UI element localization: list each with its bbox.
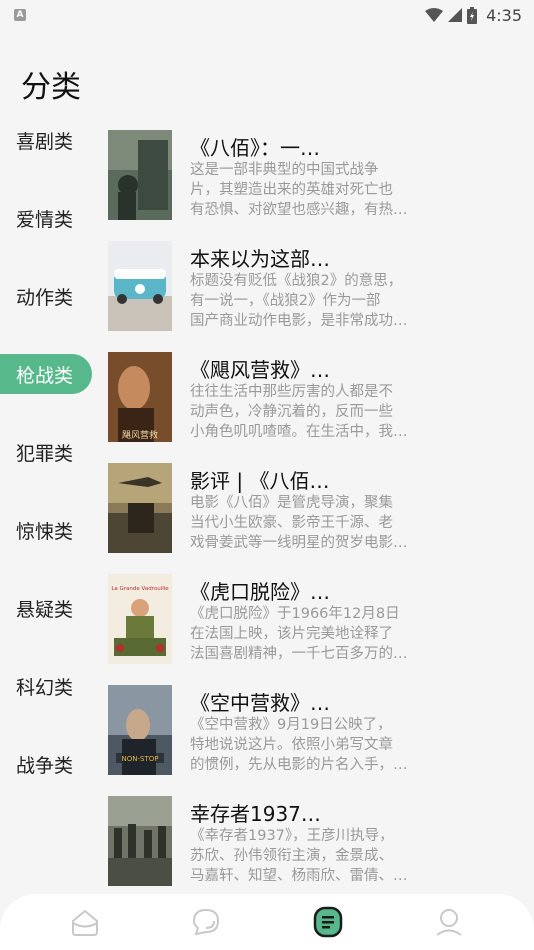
article-item[interactable]: 影评 | 《八佰… 电影《八佰》是管虎导演，聚集 当代小生欧豪、影帝王千源、老 … bbox=[108, 463, 534, 553]
article-summary: 《空中营救》9月19日公映了， 特地说说这片。依照小弟写文章 的惯例，先从电影的… bbox=[190, 715, 430, 775]
summary-line: 有一说一，《战狼2》作为一部 bbox=[190, 293, 381, 309]
poster-image: 飓风营救 bbox=[108, 352, 172, 442]
status-bar: A 4:35 bbox=[0, 0, 534, 30]
summary-line: 当代小生欧豪、影帝王千源、老 bbox=[190, 515, 393, 531]
category-suspense[interactable]: 悬疑类 bbox=[0, 588, 92, 628]
summary-line: 片，其塑造出来的英雄对死亡也 bbox=[190, 182, 393, 198]
status-time: 4:35 bbox=[486, 5, 522, 25]
summary-line: 法国喜剧精神，一千七百多万的… bbox=[190, 646, 408, 662]
poster-title: La Grande Vadrouille bbox=[111, 586, 169, 592]
article-item[interactable]: La Grande Vadrouille 《虎口脱险》… 《虎口脱险》于1966… bbox=[108, 574, 534, 664]
summary-line: 马嘉轩、知望、杨雨欣、雷倩、… bbox=[190, 868, 408, 884]
article-title: 幸存者1937… bbox=[190, 802, 321, 826]
article-summary: 电影《八佰》是管虎导演，聚集 当代小生欧豪、影帝王千源、老 戏骨姜武等一线明星的… bbox=[190, 493, 430, 553]
battery-icon bbox=[467, 6, 478, 24]
poster-image bbox=[108, 463, 172, 553]
summary-line: 《空中营救》9月19日公映了， bbox=[190, 717, 392, 733]
category-icon bbox=[313, 906, 342, 938]
chat-icon bbox=[193, 908, 220, 936]
summary-line: 这是一部非典型的中国式战争 bbox=[190, 162, 379, 178]
summary-line: 有恐惧、对欲望也感兴趣，有热… bbox=[190, 202, 408, 218]
article-summary: 往往生活中那些厉害的人都是不 动声色，冷静沉着的，反而一些 小角色叽叽喳喳。在生… bbox=[190, 382, 430, 442]
summary-line: 小角色叽叽喳喳。在生活中，我… bbox=[190, 424, 408, 440]
article-title: 《八佰》：一… bbox=[190, 136, 320, 160]
article-title: 本来以为这部… bbox=[190, 247, 330, 271]
article-item[interactable]: 本来以为这部… 标题没有贬低《战狼2》的意思， 有一说一，《战狼2》作为一部 国… bbox=[108, 241, 534, 331]
wifi-icon bbox=[425, 8, 444, 22]
tab-home[interactable] bbox=[60, 900, 110, 944]
article-item[interactable]: 《八佰》：一… 这是一部非典型的中国式战争 片，其塑造出来的英雄对死亡也 有恐惧… bbox=[108, 130, 534, 220]
summary-line: 标题没有贬低《战狼2》的意思， bbox=[190, 273, 403, 289]
tab-category[interactable] bbox=[303, 900, 353, 944]
article-summary: 标题没有贬低《战狼2》的意思， 有一说一，《战狼2》作为一部 国产商业动作电影，… bbox=[190, 271, 430, 331]
category-gunfight[interactable]: 枪战类 bbox=[0, 354, 92, 394]
category-romance[interactable]: 爱情类 bbox=[0, 198, 92, 238]
article-title: 影评 | 《八佰… bbox=[190, 469, 330, 493]
article-summary: 《幸存者1937》，王彦川执导， 苏欣、孙伟领衔主演，金景成、 马嘉轩、知望、杨… bbox=[190, 826, 430, 886]
summary-line: 戏骨姜武等一线明星的贺岁电影… bbox=[190, 535, 408, 551]
tab-profile[interactable] bbox=[424, 900, 474, 944]
article-summary: 这是一部非典型的中国式战争 片，其塑造出来的英雄对死亡也 有恐惧、对欲望也感兴趣… bbox=[190, 160, 430, 220]
tab-messages[interactable] bbox=[181, 900, 231, 944]
home-icon bbox=[71, 909, 98, 936]
poster-title: 飓风营救 bbox=[122, 429, 158, 441]
article-item[interactable]: 幸存者1937… 《幸存者1937》，王彦川执导， 苏欣、孙伟领衔主演，金景成、… bbox=[108, 796, 534, 886]
category-thriller[interactable]: 惊悚类 bbox=[0, 510, 92, 550]
article-title: 《空中营救》… bbox=[190, 691, 330, 715]
summary-line: 《幸存者1937》，王彦川执导， bbox=[190, 828, 394, 844]
article-item[interactable]: 飓风营救 《飓风营救》… 往往生活中那些厉害的人都是不 动声色，冷静沉着的，反而… bbox=[108, 352, 534, 442]
summary-line: 国产商业动作电影，是非常成功… bbox=[190, 313, 408, 329]
poster-image bbox=[108, 130, 172, 220]
category-action[interactable]: 动作类 bbox=[0, 276, 92, 316]
notification-a-icon: A bbox=[14, 9, 26, 21]
article-summary: 《虎口脱险》于1966年12月8日 在法国上映，该片完美地诠释了 法国喜剧精神，… bbox=[190, 604, 430, 664]
poster-image bbox=[108, 796, 172, 886]
profile-icon bbox=[436, 909, 462, 936]
article-item[interactable]: NON-STOP 《空中营救》… 《空中营救》9月19日公映了， 特地说说这片。… bbox=[108, 685, 534, 775]
summary-line: 的惯例，先从电影的片名入手，… bbox=[190, 757, 408, 773]
summary-line: 特地说说这片。依照小弟写文章 bbox=[190, 737, 393, 753]
page-title: 分类 bbox=[21, 70, 81, 105]
poster-image bbox=[108, 241, 172, 331]
poster-image: NON-STOP bbox=[108, 685, 172, 775]
summary-line: 往往生活中那些厉害的人都是不 bbox=[190, 384, 393, 400]
summary-line: 电影《八佰》是管虎导演，聚集 bbox=[190, 495, 393, 511]
category-war[interactable]: 战争类 bbox=[0, 744, 92, 784]
category-comedy[interactable]: 喜剧类 bbox=[0, 120, 92, 160]
summary-line: 在法国上映，该片完美地诠释了 bbox=[190, 626, 393, 642]
article-title: 《飓风营救》… bbox=[190, 358, 330, 382]
poster-title: NON-STOP bbox=[122, 755, 159, 763]
status-icons: 4:35 bbox=[425, 6, 522, 25]
category-scifi[interactable]: 科幻类 bbox=[0, 666, 92, 706]
summary-line: 动声色，冷静沉着的，反而一些 bbox=[190, 404, 393, 420]
summary-line: 苏欣、孙伟领衔主演，金景成、 bbox=[190, 848, 393, 864]
poster-image: La Grande Vadrouille bbox=[108, 574, 172, 664]
bottom-nav bbox=[0, 894, 534, 950]
signal-icon bbox=[448, 8, 463, 22]
category-crime[interactable]: 犯罪类 bbox=[0, 432, 92, 472]
article-title: 《虎口脱险》… bbox=[190, 580, 330, 604]
summary-line: 《虎口脱险》于1966年12月8日 bbox=[190, 606, 400, 622]
